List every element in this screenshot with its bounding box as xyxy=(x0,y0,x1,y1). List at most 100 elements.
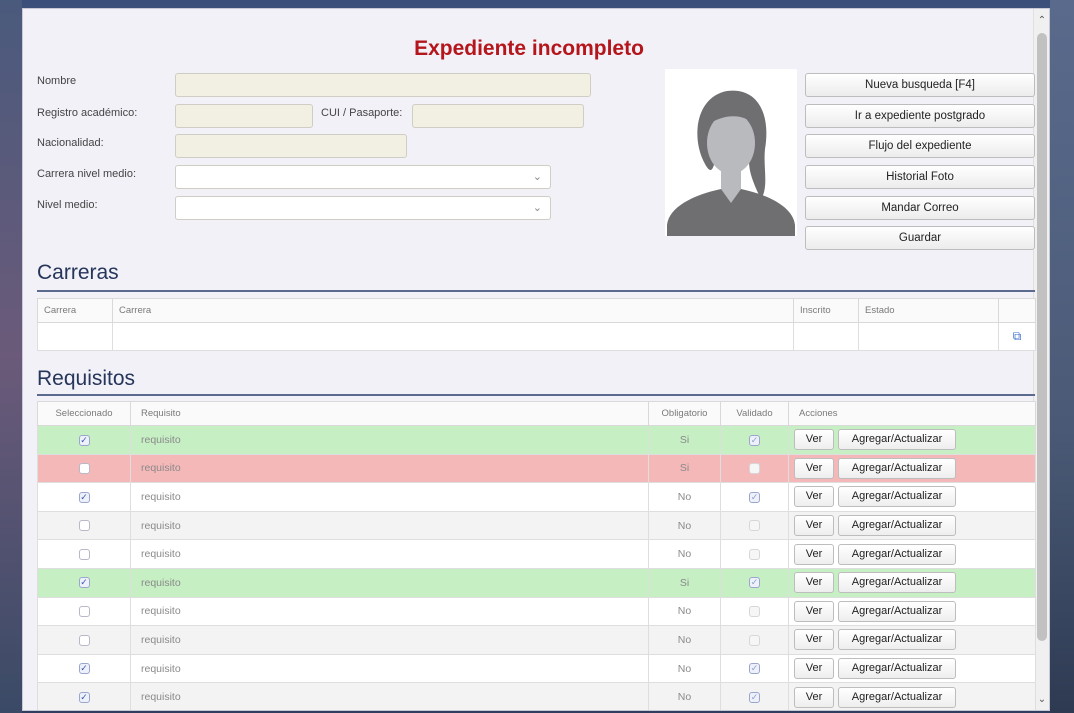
column-header[interactable]: Requisito xyxy=(130,401,649,426)
requisito-name: requisito xyxy=(130,625,649,655)
obligatorio-value: No xyxy=(648,596,721,627)
ver-button[interactable]: Ver xyxy=(794,429,834,451)
validated-checkbox: ✓ xyxy=(749,577,760,589)
obligatorio-value: Si xyxy=(648,567,721,598)
ver-button[interactable]: Ver xyxy=(794,543,834,565)
table-row: requisito No Ver Agregar/Actualizar xyxy=(37,539,1036,569)
scroll-thumb[interactable] xyxy=(1037,33,1047,641)
ver-button[interactable]: Ver xyxy=(794,515,834,537)
requisito-name: requisito xyxy=(130,425,649,455)
mandar-correo-button[interactable]: Mandar Correo xyxy=(805,196,1035,220)
background-right xyxy=(1050,0,1074,713)
validated-checkbox xyxy=(749,606,760,618)
table-row: ⧉ xyxy=(37,322,1036,351)
selected-checkbox[interactable] xyxy=(78,548,90,560)
validated-checkbox: ✓ xyxy=(749,691,760,703)
copy-icon[interactable]: ⧉ xyxy=(1013,329,1022,343)
student-photo xyxy=(665,69,797,236)
carreras-table: Carrera Carrera Inscrito Estado ⧉ xyxy=(37,298,1036,351)
table-row: ✓ requisito No ✓ Ver Agregar/Actualizar xyxy=(37,653,1036,684)
nacionalidad-field[interactable] xyxy=(175,134,407,158)
ir-postgrado-button[interactable]: Ir a expediente postgrado xyxy=(805,104,1035,128)
requisito-name: requisito xyxy=(130,653,649,684)
obligatorio-value: No xyxy=(648,653,721,684)
avatar-silhouette-icon xyxy=(667,90,795,236)
ver-button[interactable]: Ver xyxy=(794,629,834,651)
table-row: ✓ requisito No ✓ Ver Agregar/Actualizar xyxy=(37,482,1036,512)
requisito-name: requisito xyxy=(130,567,649,598)
requisitos-divider xyxy=(37,394,1035,396)
background-left xyxy=(0,0,22,713)
agregar-actualizar-button[interactable]: Agregar/Actualizar xyxy=(838,600,956,622)
agregar-actualizar-button[interactable]: Agregar/Actualizar xyxy=(838,457,956,479)
requisito-name: requisito xyxy=(130,453,649,484)
requisito-name: requisito xyxy=(130,539,649,569)
ver-button[interactable]: Ver xyxy=(794,658,834,680)
ver-button[interactable]: Ver xyxy=(794,486,834,508)
agregar-actualizar-button[interactable]: Agregar/Actualizar xyxy=(838,486,956,508)
historial-foto-button[interactable]: Historial Foto xyxy=(805,165,1035,189)
table-row: requisito No Ver Agregar/Actualizar xyxy=(37,510,1036,541)
selected-checkbox[interactable] xyxy=(78,606,90,618)
requisitos-heading: Requisitos xyxy=(37,367,136,390)
guardar-button[interactable]: Guardar xyxy=(805,226,1035,250)
table-row: ✓ requisito Si ✓ Ver Agregar/Actualizar xyxy=(37,425,1036,455)
carrera-medio-select[interactable]: ⌄ xyxy=(175,165,551,189)
table-row: ✓ requisito Si ✓ Ver Agregar/Actualizar xyxy=(37,567,1036,598)
column-header[interactable]: Inscrito xyxy=(793,298,859,323)
agregar-actualizar-button[interactable]: Agregar/Actualizar xyxy=(838,572,956,594)
agregar-actualizar-button[interactable]: Agregar/Actualizar xyxy=(838,515,956,537)
column-header[interactable]: Validado xyxy=(720,401,789,426)
obligatorio-value: No xyxy=(648,682,721,710)
validated-checkbox: ✓ xyxy=(749,663,760,675)
scroll-down-icon[interactable]: ⌄ xyxy=(1034,692,1049,708)
cui-field[interactable] xyxy=(412,104,584,128)
ver-button[interactable]: Ver xyxy=(794,686,834,708)
ver-button[interactable]: Ver xyxy=(794,457,834,479)
expediente-modal: ⌃ ⌄ Expediente incompleto Nombre Registr… xyxy=(22,8,1050,711)
selected-checkbox[interactable]: ✓ xyxy=(78,491,90,503)
nivel-medio-select[interactable]: ⌄ xyxy=(175,196,551,220)
obligatorio-value: Si xyxy=(648,453,721,484)
nacionalidad-label: Nacionalidad: xyxy=(37,137,104,149)
obligatorio-value: No xyxy=(648,539,721,569)
agregar-actualizar-button[interactable]: Agregar/Actualizar xyxy=(838,629,956,651)
table-row: requisito No Ver Agregar/Actualizar xyxy=(37,596,1036,627)
agregar-actualizar-button[interactable]: Agregar/Actualizar xyxy=(838,658,956,680)
flujo-expediente-button[interactable]: Flujo del expediente xyxy=(805,134,1035,158)
ver-button[interactable]: Ver xyxy=(794,572,834,594)
ver-button[interactable]: Ver xyxy=(794,600,834,622)
agregar-actualizar-button[interactable]: Agregar/Actualizar xyxy=(838,543,956,565)
agregar-actualizar-button[interactable]: Agregar/Actualizar xyxy=(838,429,956,451)
column-header[interactable]: Seleccionado xyxy=(37,401,131,426)
obligatorio-value: No xyxy=(648,625,721,655)
selected-checkbox[interactable] xyxy=(78,634,90,646)
table-header-row: Seleccionado Requisito Obligatorio Valid… xyxy=(37,401,1036,426)
selected-checkbox[interactable]: ✓ xyxy=(78,691,90,703)
agregar-actualizar-button[interactable]: Agregar/Actualizar xyxy=(838,686,956,708)
registro-label: Registro académico: xyxy=(37,107,138,119)
selected-checkbox[interactable] xyxy=(78,520,90,532)
column-header xyxy=(998,298,1036,323)
selected-checkbox[interactable]: ✓ xyxy=(78,577,90,589)
validated-checkbox xyxy=(749,520,760,532)
table-header-row: Carrera Carrera Inscrito Estado xyxy=(37,298,1036,323)
column-header: Acciones xyxy=(788,401,1036,426)
scroll-up-icon[interactable]: ⌃ xyxy=(1034,13,1049,29)
selected-checkbox[interactable]: ✓ xyxy=(78,663,90,675)
nueva-busqueda-button[interactable]: Nueva busqueda [F4] xyxy=(805,73,1035,97)
carreras-divider xyxy=(37,290,1035,292)
column-header[interactable]: Carrera xyxy=(37,298,113,323)
column-header[interactable]: Estado xyxy=(858,298,999,323)
selected-checkbox[interactable] xyxy=(78,463,90,475)
requisito-name: requisito xyxy=(130,596,649,627)
chevron-down-icon: ⌄ xyxy=(532,171,542,183)
nombre-field[interactable] xyxy=(175,73,591,97)
column-header[interactable]: Obligatorio xyxy=(648,401,721,426)
column-header[interactable]: Carrera xyxy=(112,298,794,323)
nombre-label: Nombre xyxy=(37,75,77,87)
chevron-down-icon: ⌄ xyxy=(532,202,542,214)
selected-checkbox[interactable]: ✓ xyxy=(78,434,90,446)
registro-field[interactable] xyxy=(175,104,313,128)
obligatorio-value: Si xyxy=(648,425,721,455)
